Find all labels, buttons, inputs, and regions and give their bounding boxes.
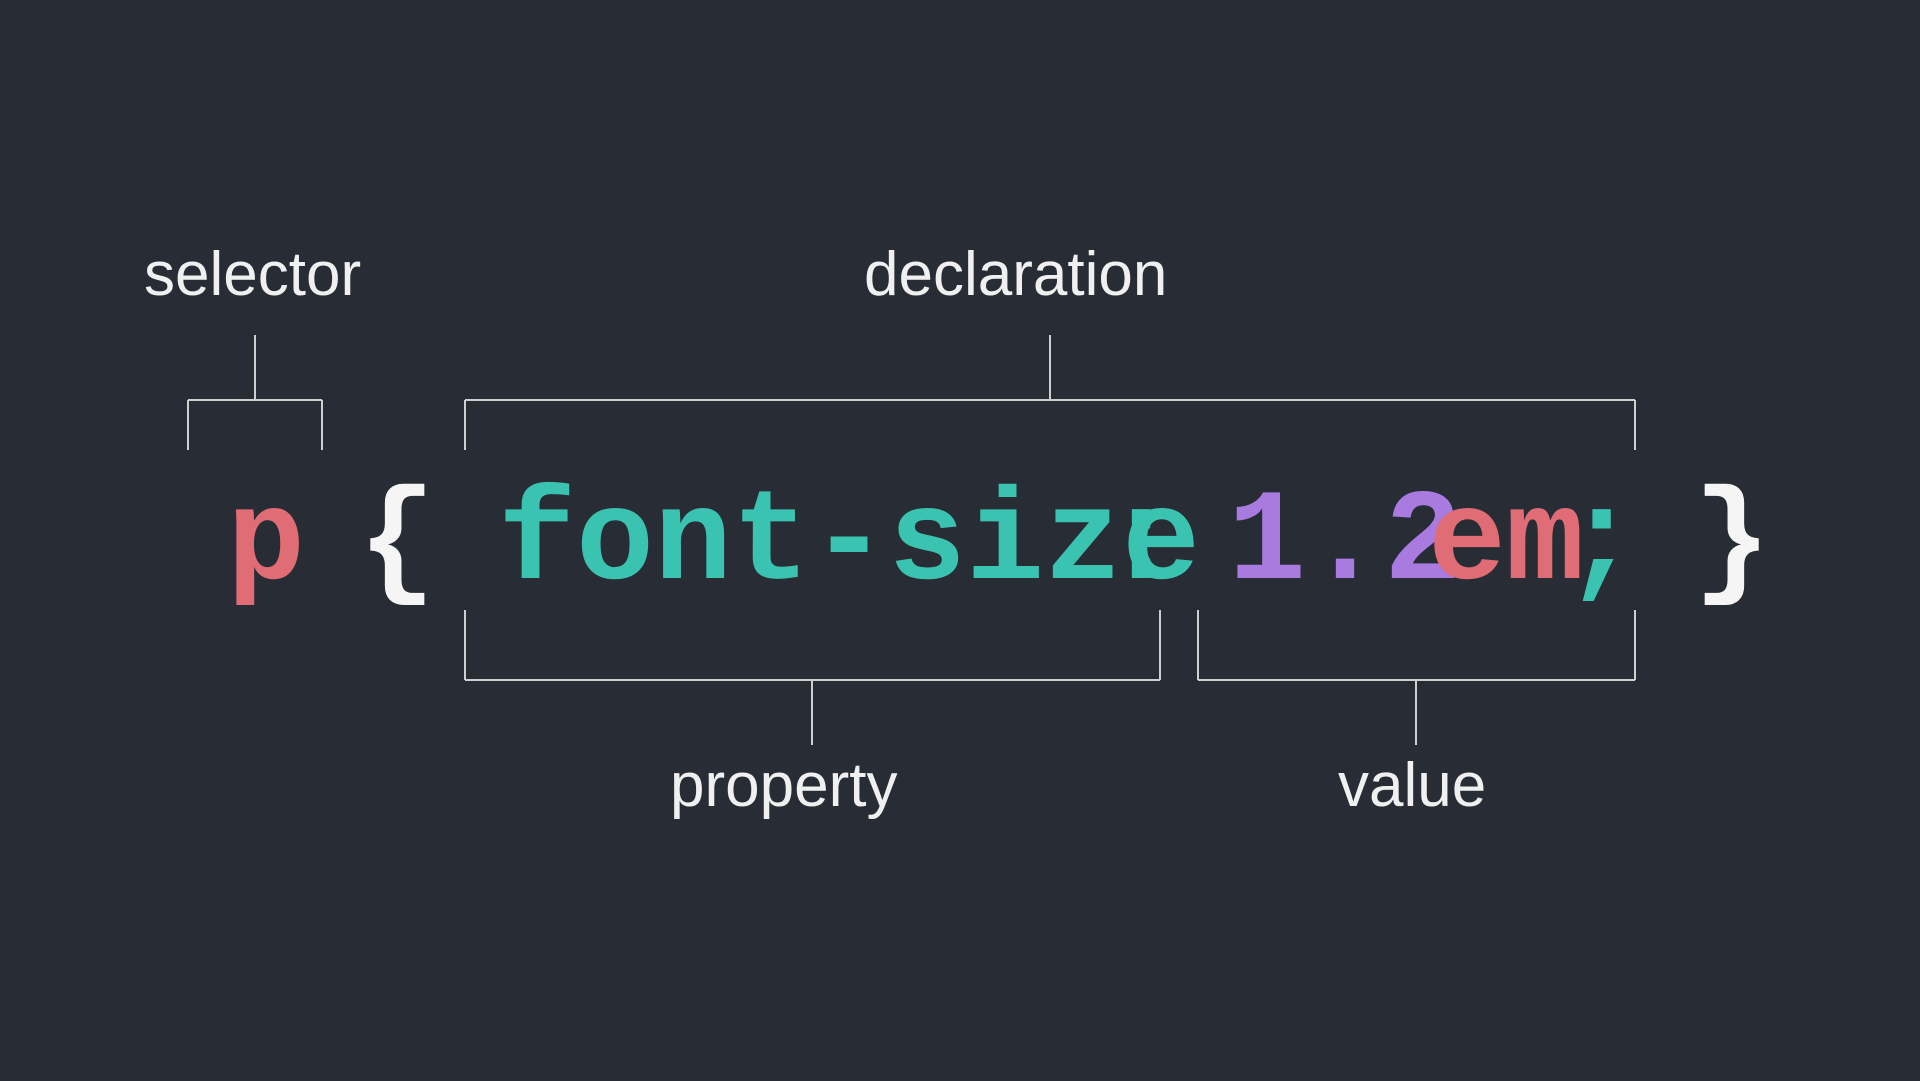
code-semicolon: ; [1562,480,1640,610]
code-value-unit: em [1428,480,1584,610]
label-property: property [670,755,897,817]
code-selector: p [227,480,305,610]
code-brace-open: { [358,480,436,610]
bracket-value [1198,610,1635,745]
label-selector: selector [144,244,361,306]
css-anatomy-diagram: selector declaration p { font-size : 1.2… [0,0,1920,1081]
bracket-property [465,610,1160,745]
code-colon: : [1102,480,1180,610]
bracket-selector [188,335,322,450]
code-brace-close: } [1693,480,1771,610]
label-declaration: declaration [864,244,1167,306]
code-value-number: 1.2 [1228,480,1462,610]
bracket-declaration [465,335,1635,450]
label-value: value [1338,755,1486,817]
code-property: font-size [498,480,1200,610]
